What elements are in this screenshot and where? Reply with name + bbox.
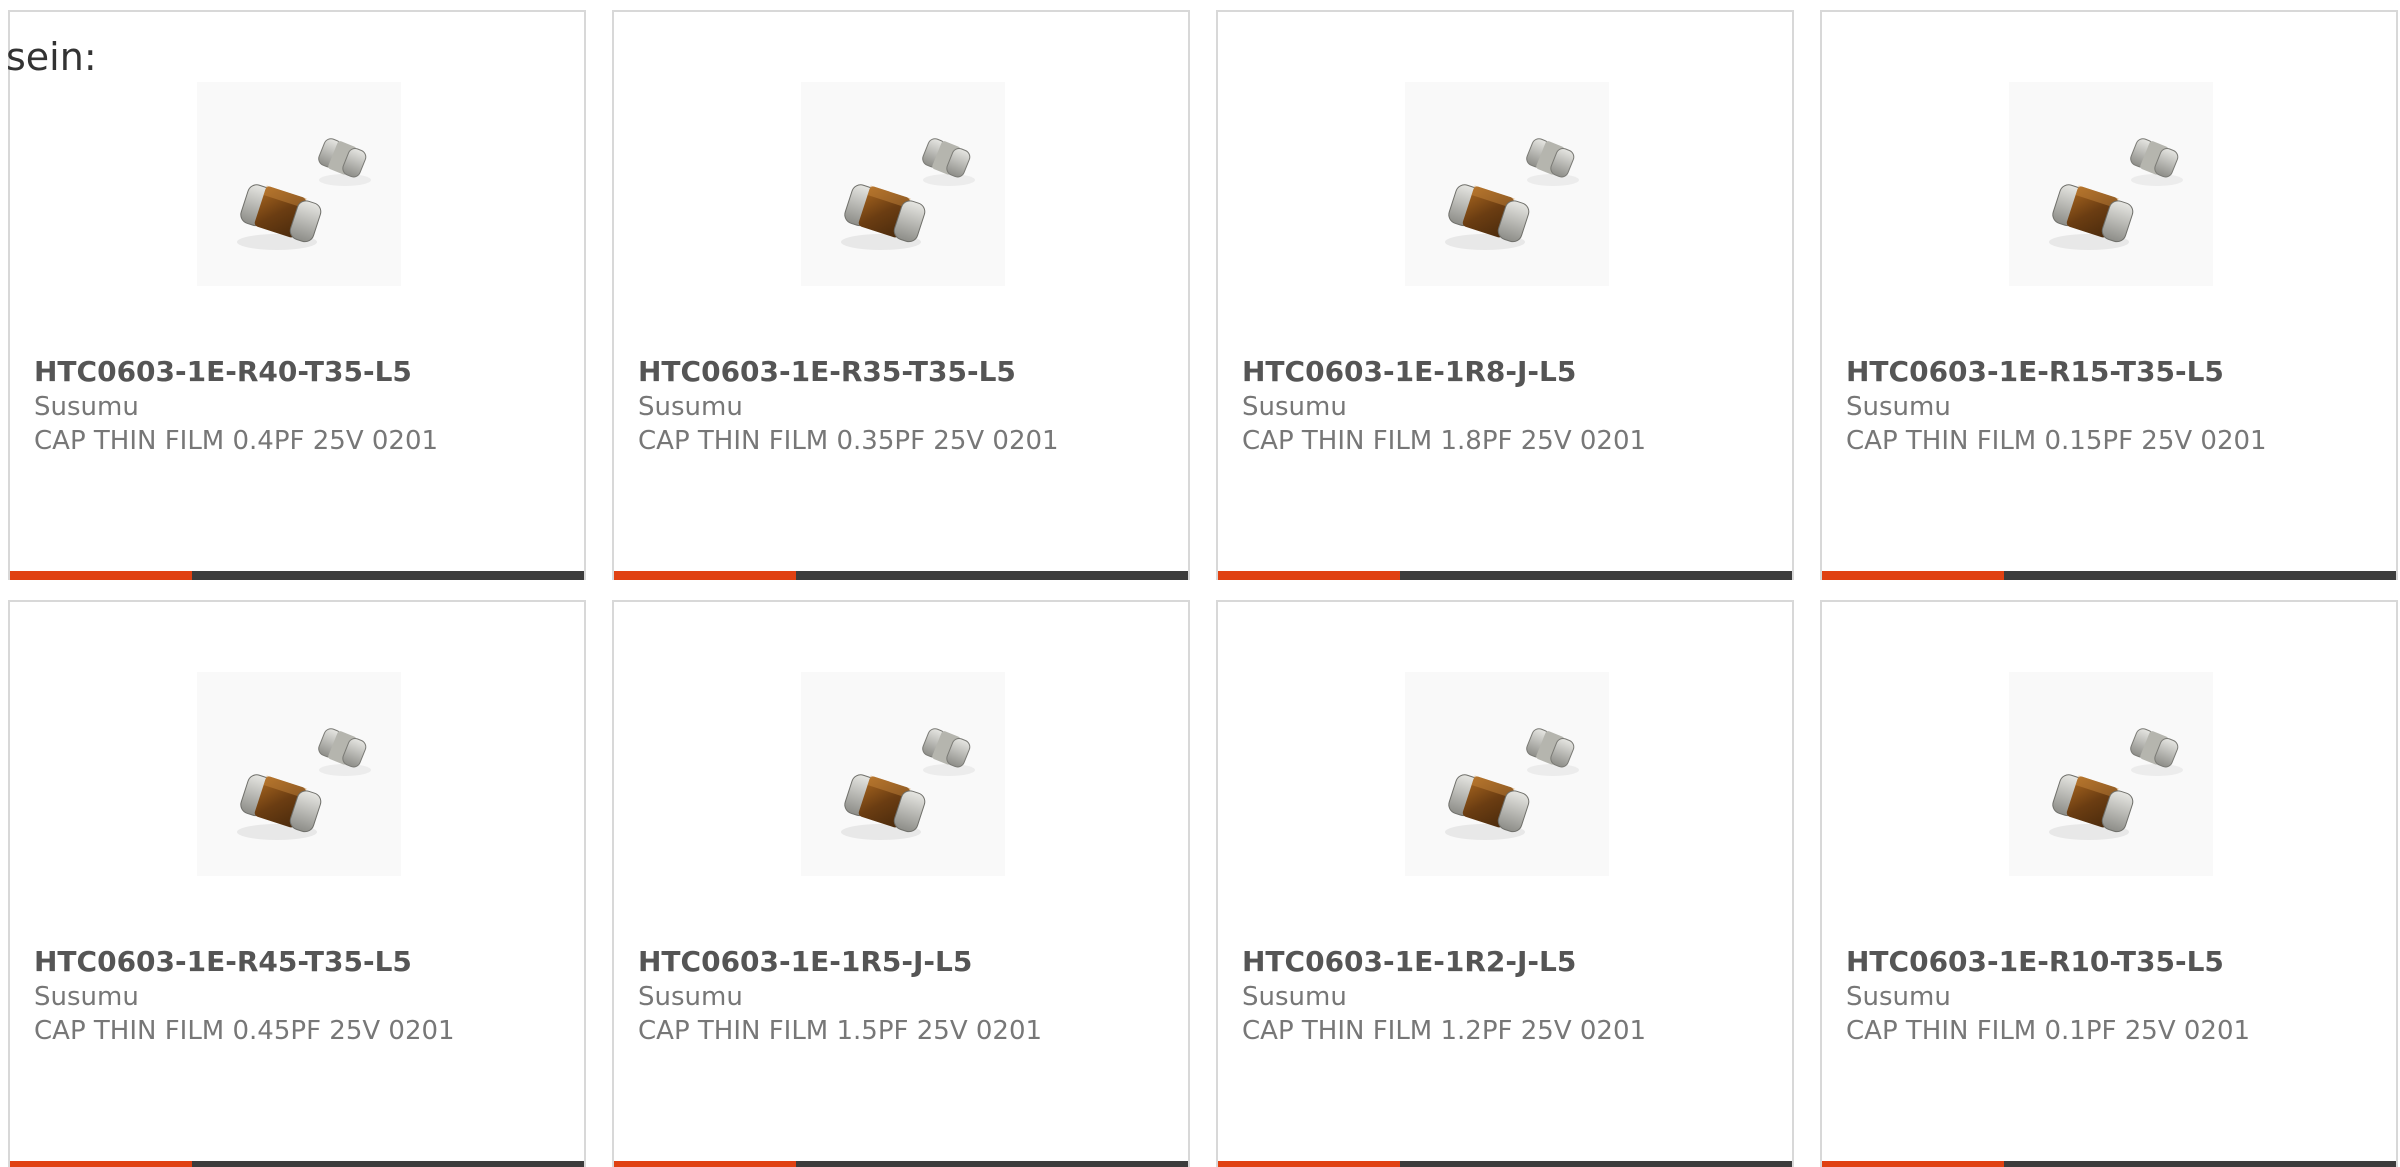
product-card[interactable]: HTC0603-1E-1R5-J-L5 Susumu CAP THIN FILM… bbox=[612, 600, 1190, 1167]
product-manufacturer: Susumu bbox=[638, 392, 743, 422]
product-info: HTC0603-1E-R45-T35-L5 Susumu CAP THIN FI… bbox=[34, 944, 574, 1048]
card-footer-bar bbox=[10, 571, 584, 580]
smd-capacitor-icon bbox=[2049, 728, 2183, 840]
product-description: CAP THIN FILM 0.45PF 25V 0201 bbox=[34, 1016, 455, 1046]
card-footer-bar bbox=[1822, 1161, 2396, 1167]
product-manufacturer: Susumu bbox=[34, 392, 139, 422]
product-image[interactable] bbox=[801, 82, 1005, 286]
product-part-number[interactable]: HTC0603-1E-R35-T35-L5 bbox=[638, 354, 1178, 390]
product-image[interactable] bbox=[197, 672, 401, 876]
card-footer-accent bbox=[10, 1161, 192, 1167]
product-info: HTC0603-1E-1R2-J-L5 Susumu CAP THIN FILM… bbox=[1242, 944, 1782, 1048]
product-info: HTC0603-1E-R15-T35-L5 Susumu CAP THIN FI… bbox=[1846, 354, 2386, 458]
product-info: HTC0603-1E-R40-T35-L5 Susumu CAP THIN FI… bbox=[34, 354, 574, 458]
product-description: CAP THIN FILM 1.5PF 25V 0201 bbox=[638, 1016, 1043, 1046]
product-card[interactable]: HTC0603-1E-1R8-J-L5 Susumu CAP THIN FILM… bbox=[1216, 10, 1794, 580]
product-grid: HTC0603-1E-R40-T35-L5 Susumu CAP THIN FI… bbox=[8, 10, 2400, 1167]
product-info: HTC0603-1E-1R8-J-L5 Susumu CAP THIN FILM… bbox=[1242, 354, 1782, 458]
card-footer-accent bbox=[614, 571, 796, 580]
product-card[interactable]: HTC0603-1E-R15-T35-L5 Susumu CAP THIN FI… bbox=[1820, 10, 2398, 580]
section-heading: sein: bbox=[6, 35, 97, 79]
smd-capacitor-icon bbox=[1445, 138, 1579, 250]
smd-capacitor-icon bbox=[237, 138, 371, 250]
card-footer-bar bbox=[1822, 571, 2396, 580]
product-card[interactable]: HTC0603-1E-R45-T35-L5 Susumu CAP THIN FI… bbox=[8, 600, 586, 1167]
product-part-number[interactable]: HTC0603-1E-R10-T35-L5 bbox=[1846, 944, 2386, 980]
card-footer-accent bbox=[614, 1161, 796, 1167]
product-description: CAP THIN FILM 0.15PF 25V 0201 bbox=[1846, 426, 2267, 456]
product-info: HTC0603-1E-1R5-J-L5 Susumu CAP THIN FILM… bbox=[638, 944, 1178, 1048]
card-footer-bar bbox=[10, 1161, 584, 1167]
product-manufacturer: Susumu bbox=[34, 982, 139, 1012]
product-card[interactable]: HTC0603-1E-1R2-J-L5 Susumu CAP THIN FILM… bbox=[1216, 600, 1794, 1167]
product-image[interactable] bbox=[2009, 82, 2213, 286]
product-part-number[interactable]: HTC0603-1E-R40-T35-L5 bbox=[34, 354, 574, 390]
product-info: HTC0603-1E-R10-T35-L5 Susumu CAP THIN FI… bbox=[1846, 944, 2386, 1048]
product-description: CAP THIN FILM 1.2PF 25V 0201 bbox=[1242, 1016, 1647, 1046]
card-footer-bar bbox=[1218, 1161, 1792, 1167]
card-footer-bar bbox=[1218, 571, 1792, 580]
smd-capacitor-icon bbox=[841, 728, 975, 840]
smd-capacitor-icon bbox=[2049, 138, 2183, 250]
smd-capacitor-icon bbox=[237, 728, 371, 840]
product-manufacturer: Susumu bbox=[1242, 392, 1347, 422]
product-info: HTC0603-1E-R35-T35-L5 Susumu CAP THIN FI… bbox=[638, 354, 1178, 458]
product-manufacturer: Susumu bbox=[1846, 982, 1951, 1012]
product-part-number[interactable]: HTC0603-1E-R45-T35-L5 bbox=[34, 944, 574, 980]
card-footer-accent bbox=[1822, 571, 2004, 580]
product-manufacturer: Susumu bbox=[638, 982, 743, 1012]
product-manufacturer: Susumu bbox=[1846, 392, 1951, 422]
product-image[interactable] bbox=[2009, 672, 2213, 876]
card-footer-bar bbox=[614, 1161, 1188, 1167]
product-card[interactable]: HTC0603-1E-R40-T35-L5 Susumu CAP THIN FI… bbox=[8, 10, 586, 580]
card-footer-bar bbox=[614, 571, 1188, 580]
product-part-number[interactable]: HTC0603-1E-1R8-J-L5 bbox=[1242, 354, 1782, 390]
product-card[interactable]: HTC0603-1E-R35-T35-L5 Susumu CAP THIN FI… bbox=[612, 10, 1190, 580]
product-card[interactable]: HTC0603-1E-R10-T35-L5 Susumu CAP THIN FI… bbox=[1820, 600, 2398, 1167]
product-description: CAP THIN FILM 1.8PF 25V 0201 bbox=[1242, 426, 1647, 456]
product-image[interactable] bbox=[801, 672, 1005, 876]
product-description: CAP THIN FILM 0.4PF 25V 0201 bbox=[34, 426, 439, 456]
product-part-number[interactable]: HTC0603-1E-1R5-J-L5 bbox=[638, 944, 1178, 980]
product-image[interactable] bbox=[1405, 672, 1609, 876]
product-description: CAP THIN FILM 0.1PF 25V 0201 bbox=[1846, 1016, 2251, 1046]
product-part-number[interactable]: HTC0603-1E-R15-T35-L5 bbox=[1846, 354, 2386, 390]
product-description: CAP THIN FILM 0.35PF 25V 0201 bbox=[638, 426, 1059, 456]
card-footer-accent bbox=[1218, 1161, 1400, 1167]
product-manufacturer: Susumu bbox=[1242, 982, 1347, 1012]
product-image[interactable] bbox=[197, 82, 401, 286]
card-footer-accent bbox=[1218, 571, 1400, 580]
smd-capacitor-icon bbox=[1445, 728, 1579, 840]
product-image[interactable] bbox=[1405, 82, 1609, 286]
card-footer-accent bbox=[1822, 1161, 2004, 1167]
smd-capacitor-icon bbox=[841, 138, 975, 250]
product-part-number[interactable]: HTC0603-1E-1R2-J-L5 bbox=[1242, 944, 1782, 980]
card-footer-accent bbox=[10, 571, 192, 580]
